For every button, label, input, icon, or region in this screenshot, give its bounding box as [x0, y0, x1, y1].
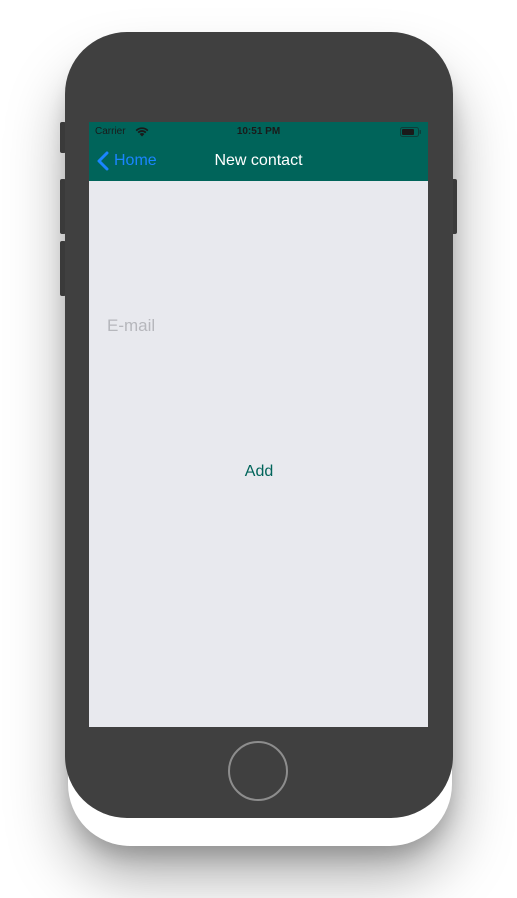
navigation-bar: Home New contact — [89, 142, 428, 181]
status-time: 10:51 PM — [236, 126, 281, 137]
top-bar: Carrier 10:51 PM Home New contact — [89, 122, 428, 181]
page-title: New contact — [214, 152, 303, 169]
device-screen: Carrier 10:51 PM Home New contact E-mail… — [89, 122, 428, 727]
simulator-stage: Carrier 10:51 PM Home New contact E-mail… — [0, 0, 517, 898]
battery-icon — [400, 127, 421, 137]
status-bar: Carrier 10:51 PM — [89, 122, 428, 142]
add-button[interactable]: Add — [209, 460, 309, 484]
home-button[interactable] — [228, 741, 288, 801]
email-field[interactable] — [107, 314, 407, 338]
